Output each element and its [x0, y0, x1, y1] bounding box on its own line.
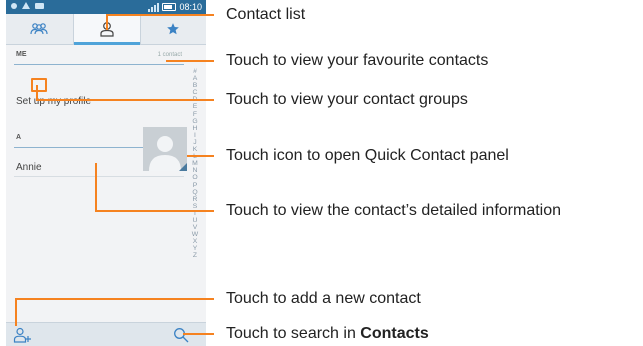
tab-favourites[interactable]: [140, 14, 206, 44]
bottom-action-bar: [6, 322, 206, 346]
callout-marker-groups: [31, 78, 47, 92]
index-letter[interactable]: J: [193, 139, 196, 146]
index-letter[interactable]: S: [193, 203, 198, 210]
index-letter[interactable]: R: [193, 196, 198, 203]
tab-groups[interactable]: [6, 14, 72, 44]
index-letter[interactable]: X: [193, 238, 198, 245]
status-time: 08:10: [179, 2, 202, 12]
set-up-profile-row[interactable]: Set up my profile: [16, 96, 91, 107]
search-button[interactable]: [171, 326, 191, 344]
index-letter[interactable]: #: [193, 68, 197, 75]
index-letter[interactable]: I: [194, 132, 196, 139]
star-icon: [167, 23, 179, 35]
warning-icon: [22, 2, 30, 9]
index-letter[interactable]: U: [193, 217, 198, 224]
phone-screen: 08:10 ME 1 contact Set up my profile A A…: [6, 0, 206, 346]
callout-line-quick-contact: [187, 155, 214, 157]
index-letter[interactable]: V: [193, 224, 198, 231]
contact-count: 1 contact: [157, 52, 182, 58]
callout-quick-contact: Touch icon to open Quick Contact panel: [226, 147, 509, 164]
callout-line-groups-h: [36, 99, 214, 101]
callout-line-favourites: [166, 60, 214, 62]
callout-favourites: Touch to view your favourite contacts: [226, 52, 489, 69]
callout-line-contact-list-v: [106, 14, 108, 30]
signal-icon: [148, 2, 160, 12]
index-letter[interactable]: G: [192, 118, 197, 125]
index-letter[interactable]: Y: [193, 245, 198, 252]
callout-search: Touch to search in Contacts: [226, 325, 429, 343]
contact-avatar-icon[interactable]: [143, 127, 187, 171]
section-label-me: ME: [16, 51, 27, 58]
section-header-me: ME 1 contact: [14, 50, 184, 65]
index-letter[interactable]: M: [192, 160, 198, 167]
callout-detail: Touch to view the contact’s detailed inf…: [226, 202, 562, 219]
index-letter[interactable]: H: [193, 125, 198, 132]
index-letter[interactable]: F: [193, 111, 197, 118]
callout-contact-list: Contact list: [226, 6, 306, 23]
message-icon: [35, 2, 44, 9]
callout-line-detail-v: [95, 163, 97, 211]
callout-groups: Touch to view your contact groups: [226, 91, 468, 108]
index-letter[interactable]: B: [193, 82, 198, 89]
callout-line-add-v: [15, 298, 17, 326]
callout-line-add-h: [15, 298, 214, 300]
row-divider: [14, 176, 184, 177]
index-letter[interactable]: Q: [192, 189, 197, 196]
index-letter[interactable]: O: [192, 174, 197, 181]
index-letter[interactable]: N: [193, 167, 198, 174]
contact-row-annie[interactable]: Annie: [16, 162, 42, 173]
index-letter[interactable]: C: [193, 89, 198, 96]
callout-search-prefix: Touch to search in: [226, 325, 361, 342]
search-icon: [174, 328, 189, 343]
groups-icon: [30, 23, 48, 35]
index-letter[interactable]: W: [192, 231, 198, 238]
index-letter[interactable]: E: [193, 103, 198, 110]
battery-icon: [162, 3, 177, 11]
index-letter[interactable]: K: [193, 146, 198, 153]
callout-line-search: [183, 333, 214, 335]
alphabet-index[interactable]: #ABCDEFGHIJKLMNOPQRSTUVWXYZ: [189, 68, 201, 260]
callout-add: Touch to add a new contact: [226, 290, 421, 307]
status-bar: 08:10: [6, 0, 206, 14]
section-label-a: A: [16, 134, 22, 141]
add-contact-button[interactable]: [12, 326, 32, 344]
index-letter[interactable]: P: [193, 182, 198, 189]
index-letter[interactable]: A: [193, 75, 198, 82]
callout-line-detail-h: [95, 210, 214, 212]
callout-line-contact-list-h: [106, 14, 214, 16]
index-letter[interactable]: Z: [193, 252, 197, 259]
notification-icon: [11, 2, 17, 9]
callout-search-bold: Contacts: [360, 325, 429, 342]
add-contact-icon: [13, 327, 31, 343]
